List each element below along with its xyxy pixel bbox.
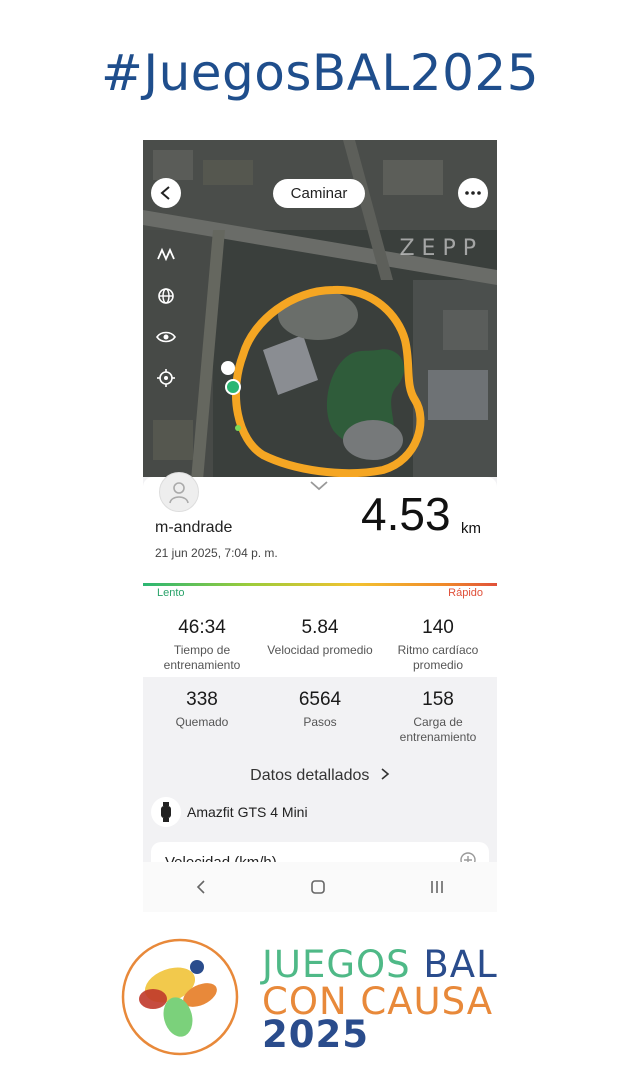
detailed-data-link[interactable]: Datos detallados — [143, 767, 497, 785]
stat-label: Ritmo cardíaco promedio — [397, 643, 479, 672]
stat-label: Quemado — [175, 715, 229, 729]
android-nav-bar — [143, 862, 497, 912]
collapse-chevron-icon[interactable] — [309, 480, 329, 492]
stat-value: 158 — [422, 689, 454, 710]
logo-text-line3: 2025 — [262, 1013, 369, 1056]
stat-avg-speed: 5.84 Velocidad promedio — [261, 617, 379, 658]
detailed-data-label: Datos detallados — [250, 767, 370, 784]
eye-icon — [156, 331, 176, 343]
map-style-button[interactable] — [155, 243, 177, 265]
stat-training-load: 158 Carga de entrenamiento — [379, 689, 497, 745]
globe-icon — [158, 288, 174, 304]
back-button[interactable] — [151, 178, 181, 208]
map-layers-icon — [157, 247, 175, 261]
nav-home-icon[interactable] — [310, 879, 326, 895]
stat-label: Pasos — [303, 715, 337, 729]
stat-value: 5.84 — [301, 617, 339, 638]
stat-steps: 6564 Pasos — [261, 689, 379, 730]
pace-gradient-bar — [143, 583, 497, 586]
nav-recents-icon[interactable] — [429, 880, 445, 894]
watch-icon — [151, 797, 181, 827]
avatar[interactable] — [159, 472, 199, 512]
pace-slow-label: Lento — [157, 587, 185, 599]
workout-datetime: 21 jun 2025, 7:04 p. m. — [155, 546, 278, 560]
more-options-button[interactable] — [458, 178, 488, 208]
more-dots-icon — [465, 191, 481, 195]
globe-button[interactable] — [155, 285, 177, 307]
device-row[interactable]: Amazfit GTS 4 Mini — [151, 797, 308, 827]
chevron-left-icon — [160, 186, 170, 200]
user-icon — [169, 482, 189, 504]
route-map[interactable]: Caminar ZEPP — [143, 140, 497, 480]
headline-hashtag: #JuegosBAL2025 — [100, 44, 540, 102]
stat-value: 46:34 — [178, 617, 226, 638]
stat-value: 140 — [422, 617, 454, 638]
workout-summary-sheet: m-andrade 21 jun 2025, 7:04 p. m. 4.53 k… — [143, 472, 497, 912]
nav-back-icon[interactable] — [195, 879, 207, 895]
stat-value: 338 — [186, 689, 218, 710]
distance-unit: km — [461, 520, 481, 537]
juegos-bal-logo-emblem — [121, 938, 239, 1056]
stat-label: Carga de entrenamiento — [399, 715, 477, 744]
activity-mode-pill[interactable]: Caminar — [273, 179, 365, 208]
stat-value: 6564 — [298, 689, 342, 710]
chevron-right-icon — [381, 768, 390, 780]
locate-button[interactable] — [155, 367, 177, 389]
pace-fast-label: Rápido — [448, 587, 483, 599]
stat-label: Velocidad promedio — [267, 643, 373, 657]
distance-value: 4.53 — [361, 488, 451, 540]
stat-calories: 338 Quemado — [143, 689, 261, 730]
stat-training-time: 46:34 Tiempo de entrenamiento — [143, 617, 261, 673]
phone-screenshot: Caminar ZEPP m-andrade 21 jun 2025, 7:04… — [143, 140, 497, 912]
crosshair-icon — [157, 369, 175, 387]
stat-avg-heart-rate: 140 Ritmo cardíaco promedio — [379, 617, 497, 673]
stat-label: Tiempo de entrenamiento — [163, 643, 241, 672]
zepp-watermark: ZEPP — [399, 236, 483, 261]
visibility-button[interactable] — [155, 326, 177, 348]
device-name: Amazfit GTS 4 Mini — [187, 804, 308, 820]
username: m-andrade — [155, 519, 233, 536]
